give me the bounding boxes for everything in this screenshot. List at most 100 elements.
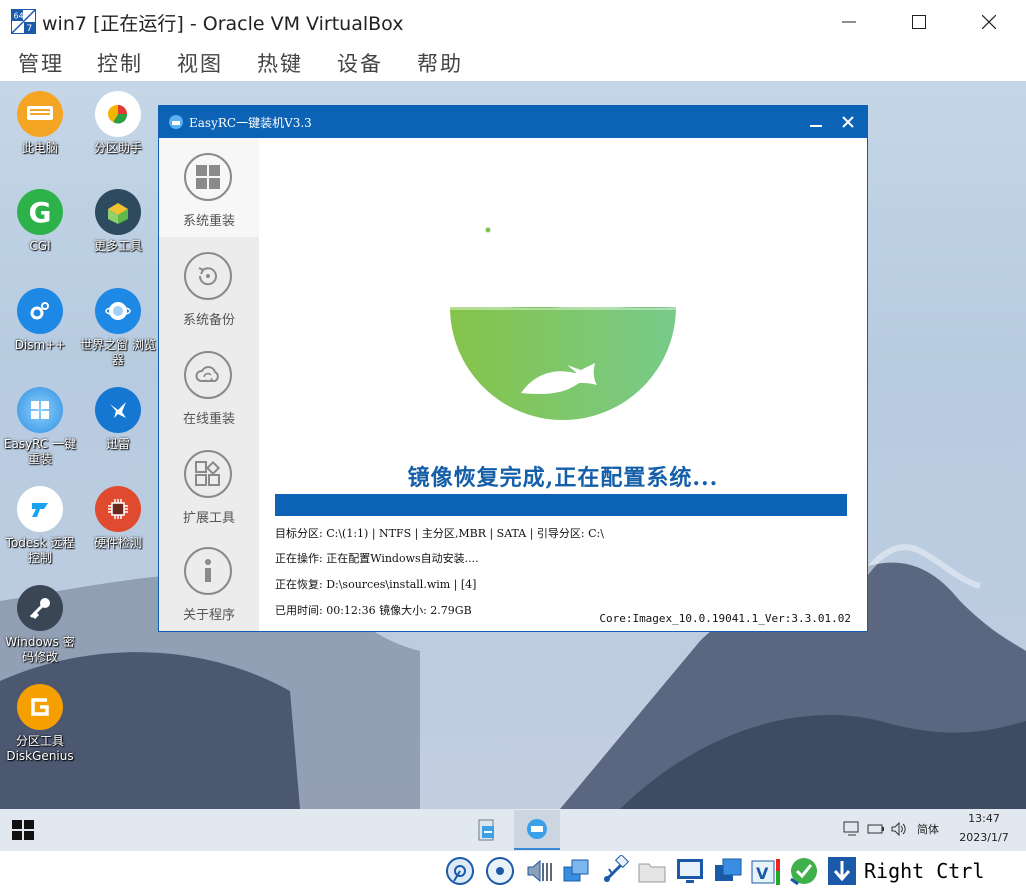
elapsed-time-info: 已用时间: 00:12:36 镜像大小: 2.79GB bbox=[275, 604, 472, 617]
chip-icon bbox=[95, 486, 141, 532]
desktop-icon-label: 更多工具 bbox=[93, 239, 142, 253]
minimize-button[interactable] bbox=[814, 0, 884, 44]
start-button[interactable] bbox=[12, 820, 34, 844]
virtualbox-status-bar: V Right Ctrl bbox=[0, 851, 1026, 892]
easyrc-close-button[interactable] bbox=[835, 106, 861, 138]
svg-text:64: 64 bbox=[14, 12, 24, 21]
minimize-icon bbox=[810, 125, 822, 127]
menu-view[interactable]: 视图 bbox=[177, 48, 223, 78]
guest-taskbar: 简体 13:47 2023/1/7 bbox=[0, 809, 1026, 851]
taskbar-app-easyrc[interactable] bbox=[514, 810, 560, 850]
easyrc-taskbar-icon bbox=[527, 819, 547, 839]
maximize-button[interactable] bbox=[884, 0, 954, 44]
sidebar-item-about[interactable]: 关于程序 bbox=[159, 532, 259, 631]
desktop-icon-label: 世界之窗 浏览器 bbox=[80, 338, 156, 367]
sidebar-item-system-reinstall[interactable]: 系统重装 bbox=[159, 138, 259, 237]
window-titlebar[interactable]: 64 7 win7 [正在运行] - Oracle VM VirtualBox bbox=[0, 0, 1026, 44]
desktop-icon-label: Dism++ bbox=[14, 338, 66, 352]
menu-hotkey[interactable]: 热键 bbox=[257, 48, 303, 78]
hard-disk-icon[interactable] bbox=[444, 855, 476, 887]
desktop-icon-label: 分区助手 bbox=[93, 141, 142, 155]
window-title: win7 [正在运行] - Oracle VM VirtualBox bbox=[42, 13, 404, 35]
video-capture-icon[interactable] bbox=[712, 855, 744, 887]
progress-bar bbox=[275, 494, 847, 516]
easyrc-sidebar: 系统重装 系统备份 在线重装 扩展工具 关于程序 bbox=[159, 138, 259, 631]
desktop-icon-partition-assistant[interactable]: 分区助手 bbox=[78, 91, 158, 156]
desktop-icon-label: Windows 密码修改 bbox=[5, 635, 75, 664]
apps-grid-icon bbox=[184, 450, 232, 498]
desktop-icon-more-tools[interactable]: 更多工具 bbox=[78, 189, 158, 254]
easyrc-title: EasyRC一键装机V3.3 bbox=[189, 116, 312, 130]
network-icon[interactable] bbox=[843, 821, 861, 837]
desktop-icon-label: 分区工具 DiskGenius bbox=[6, 734, 74, 763]
status-headline: 镜像恢复完成,正在配置系统... bbox=[407, 465, 719, 491]
backup-restore-icon bbox=[184, 252, 232, 300]
easyrc-window[interactable]: EasyRC一键装机V3.3 系统重装 系统备份 在线重装 扩展工具 关于程序 … bbox=[158, 105, 868, 632]
sidebar-item-label: 系统备份 bbox=[182, 313, 235, 328]
menu-control[interactable]: 控制 bbox=[97, 48, 143, 78]
battery-icon[interactable] bbox=[867, 821, 885, 837]
host-key-label: Right Ctrl bbox=[864, 859, 985, 883]
sidebar-item-online-reinstall[interactable]: 在线重装 bbox=[159, 336, 259, 435]
easyrc-titlebar[interactable]: EasyRC一键装机V3.3 bbox=[159, 106, 867, 138]
windows-tiles-icon bbox=[184, 153, 232, 201]
desktop-icon-todesk[interactable]: Todesk 远程控制 bbox=[0, 486, 80, 566]
svg-text:V: V bbox=[756, 864, 769, 883]
menu-help[interactable]: 帮助 bbox=[417, 48, 463, 78]
sidebar-item-system-backup[interactable]: 系统备份 bbox=[159, 237, 259, 336]
virtualbox-app-icon: 64 7 bbox=[11, 9, 36, 34]
desktop-icon-label: EasyRC 一键重装 bbox=[3, 437, 77, 466]
optical-drive-icon[interactable] bbox=[484, 855, 516, 887]
desktop-icon-browser[interactable]: 世界之窗 浏览器 bbox=[78, 288, 158, 368]
input-language[interactable]: 简体 bbox=[917, 821, 939, 837]
menu-devices[interactable]: 设备 bbox=[337, 48, 383, 78]
shared-folder-icon[interactable] bbox=[636, 855, 668, 887]
menu-machine[interactable]: 管理 bbox=[18, 48, 64, 78]
sidebar-item-extension-tools[interactable]: 扩展工具 bbox=[159, 435, 259, 534]
easyrc-app-icon bbox=[169, 115, 183, 129]
desktop-icon-label: CGI bbox=[29, 239, 51, 253]
taskbar-app-installer[interactable] bbox=[464, 810, 510, 850]
network-adapter-icon[interactable] bbox=[560, 855, 592, 887]
desktop-icon-cgi[interactable]: G CGI bbox=[0, 189, 80, 254]
easyrc-minimize-button[interactable] bbox=[803, 106, 829, 138]
keyboard-capture-icon[interactable] bbox=[826, 855, 858, 887]
guest-additions-icon[interactable] bbox=[788, 855, 820, 887]
close-button[interactable] bbox=[954, 0, 1024, 44]
progress-bar-fill bbox=[275, 494, 847, 516]
core-version: Core:Imagex_10.0.19041.1_Ver:3.3.01.02 bbox=[599, 612, 851, 625]
minimize-icon bbox=[842, 21, 856, 23]
clock-time[interactable]: 13:47 bbox=[956, 812, 1012, 825]
close-icon bbox=[842, 116, 854, 128]
cgi-icon: G bbox=[17, 189, 63, 235]
desktop-icon-thunder[interactable]: 迅雷 bbox=[78, 387, 158, 452]
browser-globe-icon bbox=[95, 288, 141, 334]
maximize-icon bbox=[912, 15, 926, 29]
target-partition-info: 目标分区: C:\(1:1) | NTFS | 主分区,MBR | SATA |… bbox=[275, 527, 604, 540]
close-icon bbox=[982, 15, 996, 29]
desktop-icon-easyrc[interactable]: EasyRC 一键重装 bbox=[0, 387, 80, 467]
cloud-sync-icon bbox=[184, 351, 232, 399]
diskgenius-icon bbox=[17, 684, 63, 730]
audio-icon[interactable] bbox=[522, 855, 554, 887]
todesk-icon bbox=[17, 486, 63, 532]
display-icon[interactable] bbox=[674, 855, 706, 887]
desktop-icon-dism[interactable]: Dism++ bbox=[0, 288, 80, 353]
partition-assistant-icon bbox=[95, 91, 141, 137]
desktop-icon-this-pc[interactable]: 此电脑 bbox=[0, 91, 80, 156]
menu-bar: 管理 控制 视图 热键 设备 帮助 bbox=[0, 44, 1026, 81]
current-operation-info: 正在操作: 正在配置Windows自动安装.... bbox=[275, 552, 479, 565]
sidebar-item-label: 系统重装 bbox=[182, 214, 235, 229]
clock-date[interactable]: 2023/1/7 bbox=[951, 831, 1017, 844]
volume-icon[interactable] bbox=[890, 821, 908, 837]
usb-icon[interactable] bbox=[599, 855, 631, 887]
desktop-icon-label: 此电脑 bbox=[21, 141, 58, 155]
cpu-activity-icon[interactable]: V bbox=[750, 855, 782, 887]
info-icon bbox=[184, 547, 232, 595]
key-icon bbox=[17, 585, 63, 631]
desktop-icon-diskgenius[interactable]: 分区工具 DiskGenius bbox=[0, 684, 80, 764]
bowl-fish-illustration bbox=[450, 227, 676, 420]
desktop-icon-password[interactable]: Windows 密码修改 bbox=[0, 585, 80, 665]
desktop-icon-label: Todesk 远程控制 bbox=[5, 536, 75, 565]
desktop-icon-hardware[interactable]: 硬件检测 bbox=[78, 486, 158, 551]
